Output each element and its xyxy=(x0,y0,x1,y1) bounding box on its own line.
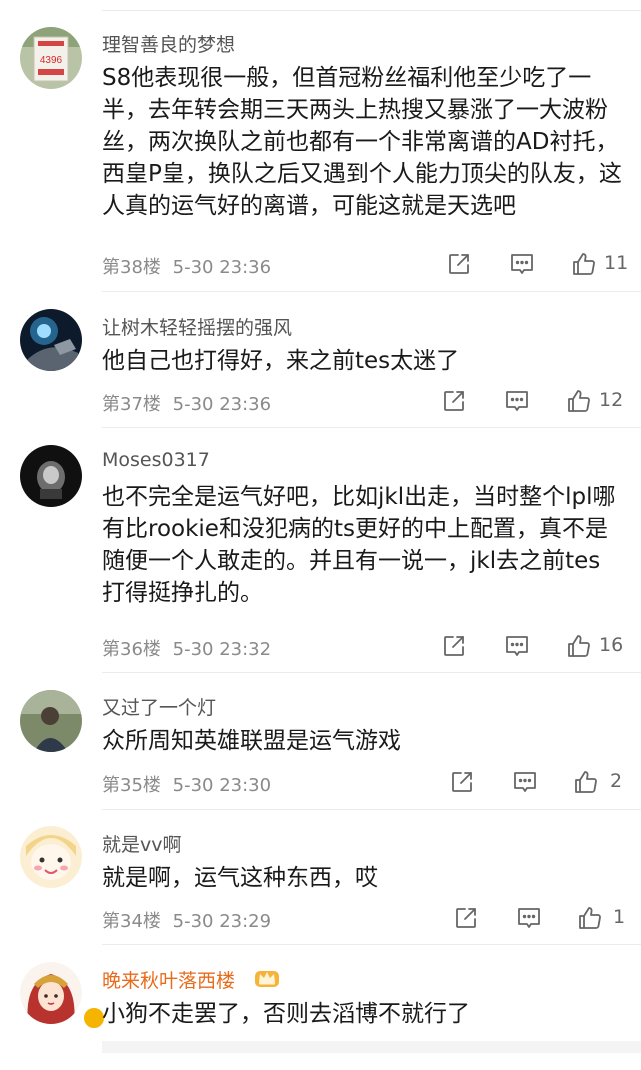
like-count: 2 xyxy=(610,770,623,792)
avatar[interactable] xyxy=(20,826,82,888)
action-bar: 12 xyxy=(441,388,636,416)
comment-text: 也不完全是运气好吧，比如jkl出走，当时整个lpl哪有比rookie和没犯病的t… xyxy=(102,484,616,606)
comment-icon[interactable] xyxy=(504,388,530,414)
divider xyxy=(102,427,641,428)
username[interactable]: 就是vv啊 xyxy=(102,830,182,857)
like-count: 11 xyxy=(604,252,629,274)
share-icon[interactable] xyxy=(441,388,467,414)
top-divider xyxy=(102,10,641,11)
action-bar: 16 xyxy=(441,633,636,661)
crown-badge-icon xyxy=(254,966,280,988)
thumbs-up-icon[interactable] xyxy=(571,251,597,277)
timestamp: 5-30 23:29 xyxy=(172,911,272,932)
username[interactable]: 晚来秋叶落西楼 xyxy=(102,966,235,993)
timestamp: 5-30 23:30 xyxy=(172,775,272,796)
action-bar: 11 xyxy=(446,251,636,279)
share-icon[interactable] xyxy=(446,251,472,277)
comment-meta: 第35楼 5-30 23:30 xyxy=(102,771,271,797)
comment-meta: 第34楼 5-30 23:29 xyxy=(102,907,271,933)
floor-number: 第38楼 xyxy=(102,257,161,278)
share-icon[interactable] xyxy=(453,905,479,931)
avatar[interactable] xyxy=(20,309,82,371)
avatar[interactable] xyxy=(20,962,135,1054)
avatar[interactable] xyxy=(20,445,82,507)
floor-number: 第37楼 xyxy=(102,394,161,415)
divider xyxy=(102,672,641,673)
floor-number: 第34楼 xyxy=(102,911,161,932)
thumbs-up-icon[interactable] xyxy=(566,388,592,414)
comment-text: 小狗不走罢了，否则去滔博不就行了 xyxy=(102,1001,470,1027)
username[interactable]: Moses0317 xyxy=(102,449,210,471)
thumbs-up-icon[interactable] xyxy=(566,633,592,659)
comment-meta: 第38楼 5-30 23:36 xyxy=(102,253,271,279)
avatar-text: 4396 xyxy=(40,55,63,66)
like-count: 12 xyxy=(599,389,624,411)
thumbs-up-icon[interactable] xyxy=(573,769,599,795)
divider xyxy=(102,944,641,945)
action-bar: 1 xyxy=(453,905,636,933)
comment-icon[interactable] xyxy=(516,905,542,931)
like-count: 16 xyxy=(599,634,624,656)
share-icon[interactable] xyxy=(449,769,475,795)
username[interactable]: 又过了一个灯 xyxy=(102,693,216,720)
comment-text: 他自己也打得好，来之前tes太迷了 xyxy=(102,348,460,374)
comment-text: 众所周知英雄联盟是运气游戏 xyxy=(102,728,401,754)
divider xyxy=(102,291,641,292)
comment-meta: 第37楼 5-30 23:36 xyxy=(102,390,271,416)
username[interactable]: 理智善良的梦想 xyxy=(102,30,235,57)
comment-meta: 第36楼 5-30 23:32 xyxy=(102,635,271,661)
timestamp: 5-30 23:36 xyxy=(172,394,272,415)
divider xyxy=(102,809,641,810)
floor-number: 第36楼 xyxy=(102,639,161,660)
thumbs-up-icon[interactable] xyxy=(577,905,603,931)
floor-number: 第35楼 xyxy=(102,775,161,796)
comment-icon[interactable] xyxy=(504,633,530,659)
share-icon[interactable] xyxy=(441,633,467,659)
like-count: 1 xyxy=(613,906,626,928)
comment-text: 就是啊，运气这种东西，哎 xyxy=(102,865,378,891)
reply-preview-box[interactable] xyxy=(102,1041,641,1053)
comment-text: S8他表现很一般，但首冠粉丝福利他至少吃了一半，去年转会期三天两头上热搜又暴涨了… xyxy=(102,65,622,219)
action-bar: 2 xyxy=(449,769,636,797)
avatar[interactable]: 4396 xyxy=(20,27,82,89)
comment-icon[interactable] xyxy=(509,251,535,277)
avatar[interactable] xyxy=(20,690,82,752)
timestamp: 5-30 23:36 xyxy=(172,257,272,278)
timestamp: 5-30 23:32 xyxy=(172,639,272,660)
username[interactable]: 让树木轻轻摇摆的强风 xyxy=(102,313,292,340)
comment-icon[interactable] xyxy=(512,769,538,795)
